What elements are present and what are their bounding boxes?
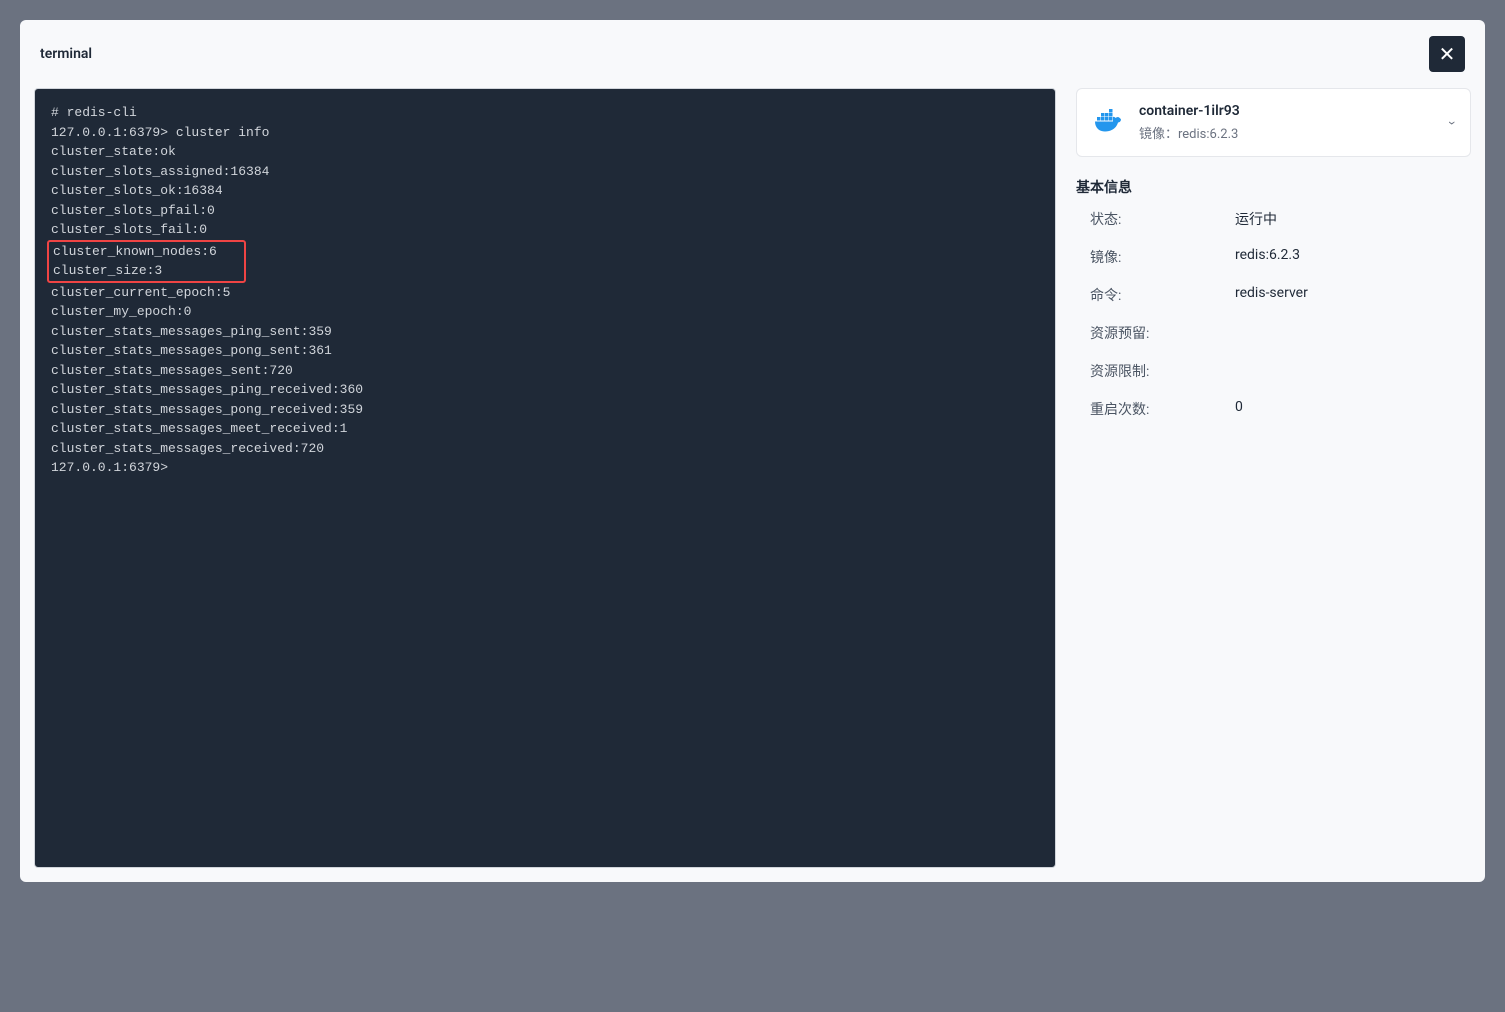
- info-row-limit: 资源限制:: [1090, 361, 1471, 381]
- info-value: 运行中: [1235, 209, 1277, 229]
- terminal-line: cluster_slots_ok:16384: [51, 181, 1039, 201]
- modal-body: # redis-cli 127.0.0.1:6379> cluster info…: [20, 88, 1485, 882]
- terminal-prompt: 127.0.0.1:6379>: [51, 458, 1039, 478]
- info-label: 镜像:: [1090, 247, 1235, 267]
- close-button[interactable]: ✕: [1429, 36, 1465, 72]
- info-row-restart: 重启次数: 0: [1090, 399, 1471, 419]
- terminal-line-highlighted: cluster_known_nodes:6: [53, 242, 240, 262]
- container-card[interactable]: container-1ilr93 镜像：redis:6.2.3 ›: [1076, 88, 1471, 157]
- info-row-image: 镜像: redis:6.2.3: [1090, 247, 1471, 267]
- terminal-line: cluster_stats_messages_pong_sent:361: [51, 341, 1039, 361]
- terminal-line: cluster_stats_messages_ping_received:360: [51, 380, 1039, 400]
- terminal-line: cluster_slots_pfail:0: [51, 201, 1039, 221]
- container-image-label: 镜像：redis:6.2.3: [1139, 123, 1436, 142]
- terminal-line: cluster_current_epoch:5: [51, 283, 1039, 303]
- terminal-output[interactable]: # redis-cli 127.0.0.1:6379> cluster info…: [34, 88, 1056, 868]
- info-value: redis:6.2.3: [1235, 247, 1300, 267]
- sidebar: container-1ilr93 镜像：redis:6.2.3 › 基本信息 状…: [1076, 88, 1471, 868]
- terminal-modal: terminal ✕ # redis-cli 127.0.0.1:6379> c…: [20, 20, 1485, 882]
- terminal-line: cluster_slots_fail:0: [51, 220, 1039, 240]
- terminal-line: cluster_stats_messages_pong_received:359: [51, 400, 1039, 420]
- terminal-line: 127.0.0.1:6379> cluster info: [51, 123, 1039, 143]
- terminal-line: cluster_slots_assigned:16384: [51, 162, 1039, 182]
- close-icon: ✕: [1439, 42, 1456, 67]
- info-label: 资源限制:: [1090, 361, 1235, 381]
- container-name: container-1ilr93: [1139, 103, 1436, 119]
- terminal-line: cluster_stats_messages_ping_sent:359: [51, 322, 1039, 342]
- info-row-command: 命令: redis-server: [1090, 285, 1471, 305]
- highlight-annotation: cluster_known_nodes:6 cluster_size:3: [47, 240, 246, 283]
- terminal-line: cluster_state:ok: [51, 142, 1039, 162]
- terminal-line: cluster_stats_messages_sent:720: [51, 361, 1039, 381]
- basic-info-title: 基本信息: [1076, 177, 1471, 197]
- info-label: 命令:: [1090, 285, 1235, 305]
- info-row-reserve: 资源预留:: [1090, 323, 1471, 343]
- container-info: container-1ilr93 镜像：redis:6.2.3: [1139, 103, 1436, 142]
- info-label: 状态:: [1090, 209, 1235, 229]
- basic-info-list: 状态: 运行中 镜像: redis:6.2.3 命令: redis-server…: [1076, 209, 1471, 419]
- chevron-down-icon: ›: [1444, 120, 1460, 124]
- terminal-line: cluster_stats_messages_received:720: [51, 439, 1039, 459]
- terminal-line: cluster_stats_messages_meet_received:1: [51, 419, 1039, 439]
- terminal-line: cluster_my_epoch:0: [51, 302, 1039, 322]
- info-value: redis-server: [1235, 285, 1308, 305]
- info-row-status: 状态: 运行中: [1090, 209, 1471, 229]
- modal-title: terminal: [40, 46, 92, 62]
- modal-header: terminal ✕: [20, 20, 1485, 88]
- terminal-line: # redis-cli: [51, 103, 1039, 123]
- terminal-line-highlighted: cluster_size:3: [53, 261, 240, 281]
- docker-icon: [1093, 109, 1125, 137]
- info-label: 资源预留:: [1090, 323, 1235, 343]
- info-value: 0: [1235, 399, 1243, 419]
- info-label: 重启次数:: [1090, 399, 1235, 419]
